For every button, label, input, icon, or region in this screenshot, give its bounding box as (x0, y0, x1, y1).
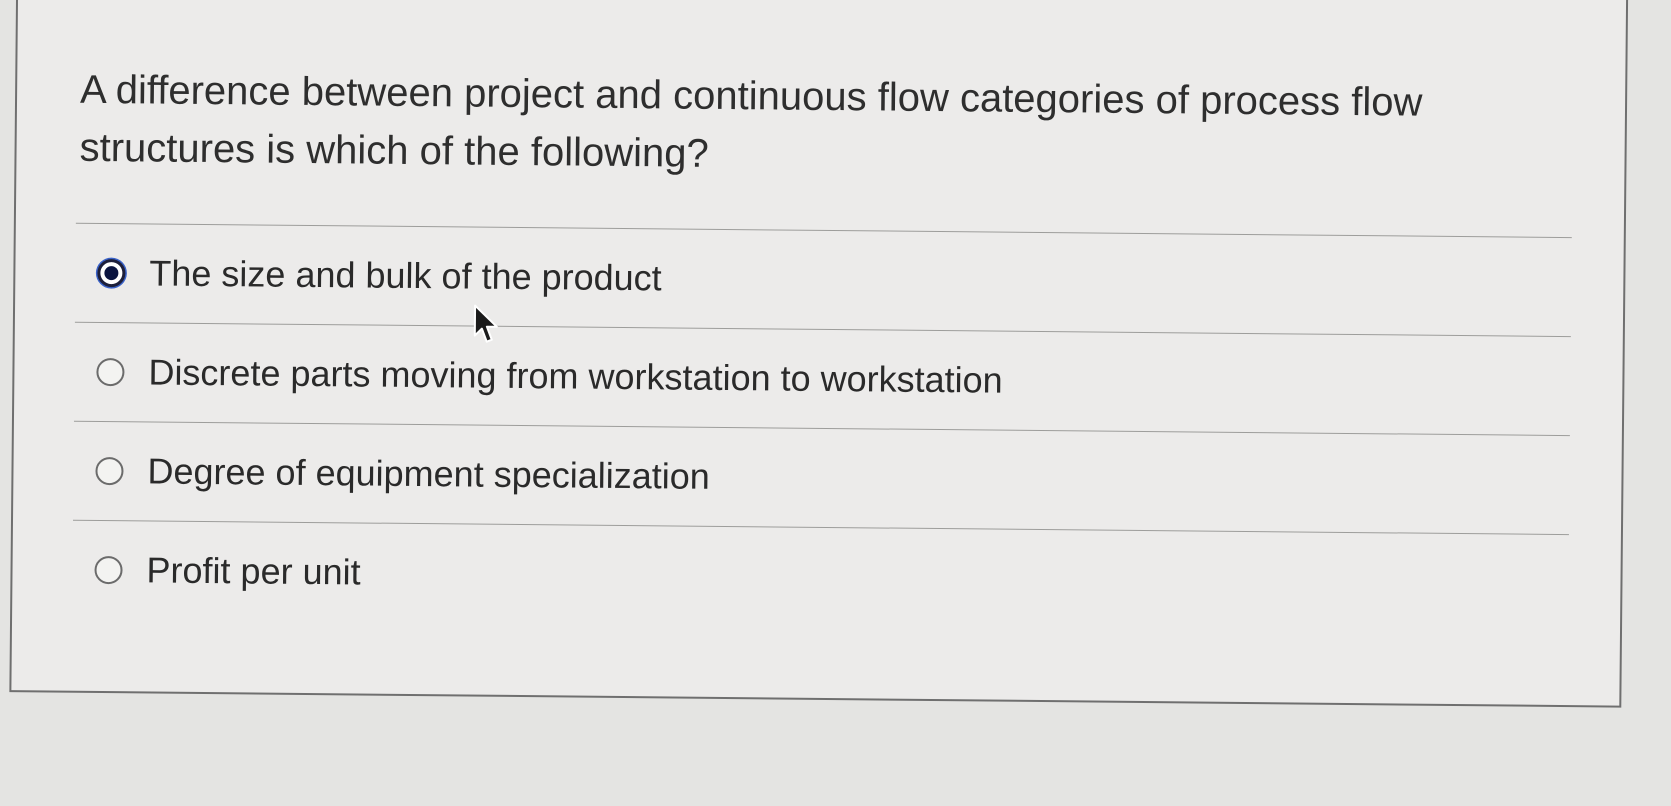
answer-option-label: Degree of equipment specialization (147, 450, 711, 497)
answer-option-label: The size and bulk of the product (149, 252, 662, 299)
answer-options: The size and bulk of the product Discret… (72, 222, 1576, 633)
radio-button-selected[interactable] (97, 258, 126, 288)
answer-option-label: Profit per unit (146, 549, 361, 593)
answer-option-3[interactable]: Degree of equipment specialization (73, 422, 1574, 534)
screen-stage: A difference between project and continu… (0, 0, 1671, 806)
question-text: A difference between project and continu… (79, 67, 1423, 176)
answer-option-1[interactable]: The size and bulk of the product (75, 224, 1576, 336)
answer-option-4[interactable]: Profit per unit (72, 521, 1573, 633)
question-card: A difference between project and continu… (9, 0, 1629, 708)
radio-button[interactable] (96, 357, 125, 387)
answer-option-2[interactable]: Discrete parts moving from workstation t… (74, 323, 1575, 435)
radio-button[interactable] (95, 456, 124, 486)
radio-button[interactable] (94, 555, 123, 585)
answer-option-label: Discrete parts moving from workstation t… (148, 351, 1003, 401)
